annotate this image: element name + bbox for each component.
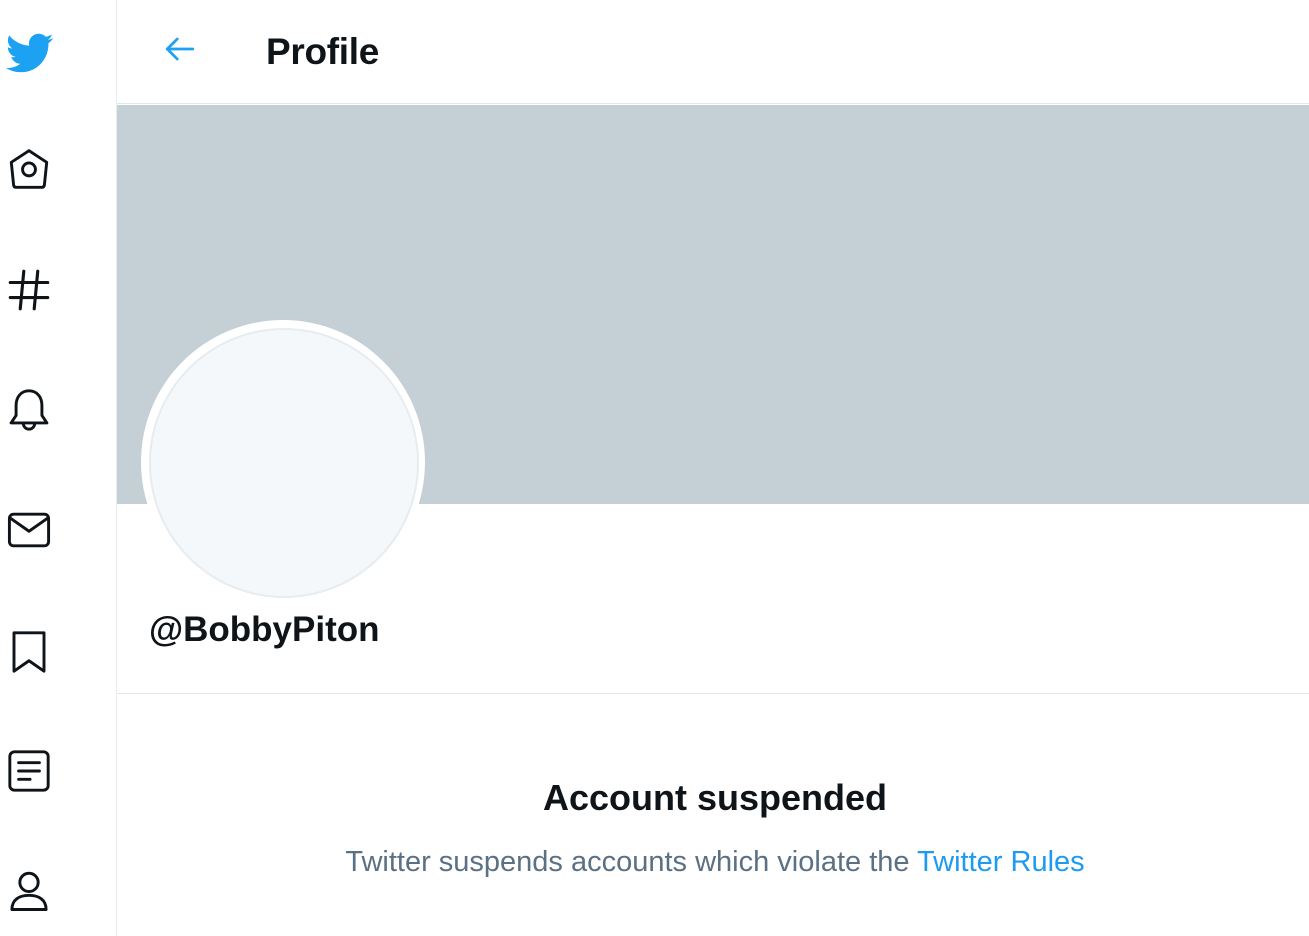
sidebar-item-profile[interactable]	[0, 863, 58, 921]
suspended-message: Twitter suspends accounts which violate …	[117, 842, 1309, 882]
suspended-title: Account suspended	[542, 777, 888, 818]
bell-icon	[4, 385, 54, 435]
arrow-left-icon	[162, 31, 198, 72]
twitter-bird-icon	[0, 28, 58, 78]
profile-header: Profile	[117, 0, 1309, 104]
list-icon	[4, 746, 54, 796]
avatar[interactable]	[149, 328, 419, 598]
sidebar-item-home[interactable]	[0, 140, 58, 198]
sidebar-item-messages[interactable]	[0, 501, 58, 559]
home-icon	[4, 144, 54, 194]
mail-icon	[4, 505, 54, 555]
back-button[interactable]	[153, 24, 207, 78]
sidebar-nav	[0, 0, 117, 936]
sidebar-item-explore[interactable]	[0, 261, 58, 319]
avatar-ring	[141, 320, 425, 604]
sidebar-item-lists[interactable]	[0, 742, 58, 800]
suspended-message-text: Twitter suspends accounts which violate …	[345, 846, 918, 878]
profile-handle: @BobbyPiton	[149, 610, 380, 649]
profile-icon	[4, 867, 54, 917]
hashtag-icon	[4, 265, 54, 315]
sidebar-item-bookmarks[interactable]	[0, 623, 58, 681]
bookmark-icon	[4, 627, 54, 677]
sidebar-item-twitter-logo[interactable]	[0, 24, 58, 82]
section-divider	[117, 693, 1309, 694]
sidebar-item-notifications[interactable]	[0, 381, 58, 439]
main-column: Profile @BobbyPiton Account suspended Tw…	[117, 0, 1309, 936]
app-root: Profile @BobbyPiton Account suspended Tw…	[0, 0, 1309, 936]
twitter-rules-link[interactable]: Twitter Rules	[917, 846, 1085, 878]
page-title: Profile	[266, 31, 380, 72]
